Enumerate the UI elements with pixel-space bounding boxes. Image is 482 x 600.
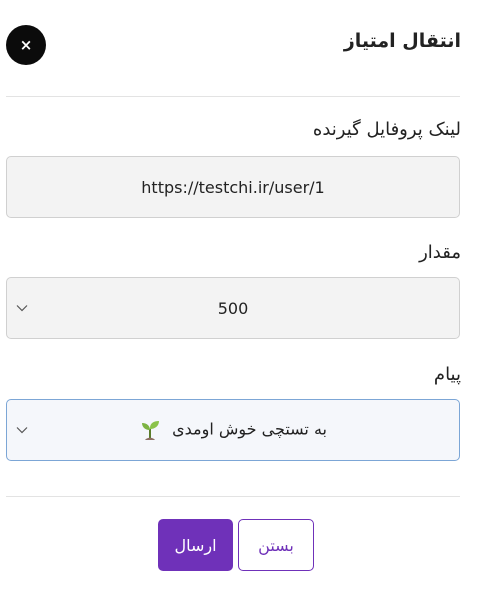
close-icon: × <box>19 36 33 54</box>
message-label: پیام <box>433 364 461 385</box>
chevron-down-icon <box>16 427 28 434</box>
message-select[interactable]: به تستچی خوش اومدی <box>6 399 460 461</box>
amount-select[interactable]: 500 <box>6 277 460 339</box>
transfer-points-dialog: انتقال امتیاز × لینک پروفایل گیرنده http… <box>0 0 482 600</box>
recipient-label: لینک پروفایل گیرنده <box>312 119 461 140</box>
amount-label: مقدار <box>419 242 461 263</box>
amount-value: 500 <box>217 298 249 318</box>
header-divider <box>6 96 460 97</box>
recipient-link-value: https://testchi.ir/user/1 <box>141 177 325 197</box>
message-value: به تستچی خوش اومدی <box>139 419 327 441</box>
dialog-title: انتقال امتیاز <box>343 30 461 52</box>
close-icon-button[interactable]: × <box>6 25 46 65</box>
seedling-icon <box>142 421 160 440</box>
chevron-down-icon <box>16 305 28 312</box>
close-button[interactable]: بستن <box>238 519 314 571</box>
send-button[interactable]: ارسال <box>158 519 233 571</box>
recipient-link-input[interactable]: https://testchi.ir/user/1 <box>6 156 460 218</box>
footer-divider <box>6 496 460 497</box>
message-text: به تستچی خوش اومدی <box>172 419 327 439</box>
